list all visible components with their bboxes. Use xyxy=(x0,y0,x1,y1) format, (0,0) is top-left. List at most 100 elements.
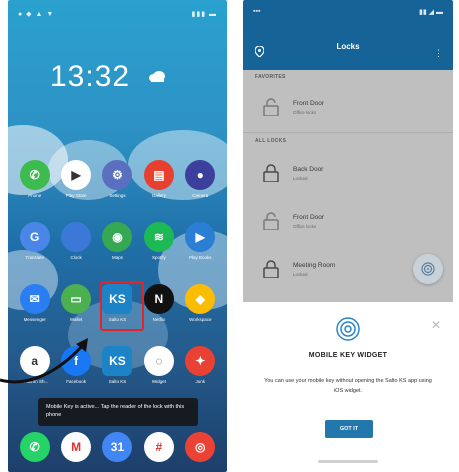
widget-icon: ◌ xyxy=(143,346,174,376)
section-favorites: FAVORITES xyxy=(255,74,286,80)
nfc-fab-button[interactable] xyxy=(413,254,443,284)
lock-row[interactable]: Front Door Office locks xyxy=(243,198,453,244)
lock-row[interactable]: Front Door Office locks xyxy=(243,84,453,130)
translate-icon: G xyxy=(19,222,50,252)
lock-name: Back Door xyxy=(293,165,324,173)
app-label: Play Books xyxy=(189,255,212,260)
app-label: Clock xyxy=(70,255,82,260)
netflix-icon: N xyxy=(143,284,174,314)
calendar-icon[interactable]: 31 xyxy=(102,432,133,462)
app-row-2: G Translate Clock ◉ Maps ≋ Spotify ▶ Play Books xyxy=(14,222,221,260)
home-indicator xyxy=(318,460,378,463)
app-camera[interactable]: ● Camera xyxy=(180,160,221,198)
fingerprint-icon xyxy=(336,317,360,341)
app-label: Salto KS xyxy=(108,317,127,322)
app-label: Camera xyxy=(192,193,209,198)
got-it-button[interactable]: GOT IT xyxy=(325,420,373,438)
phone-icon: ✆ xyxy=(19,160,50,190)
lock-name: Meeting Room xyxy=(293,261,336,269)
settings-icon: ⚙ xyxy=(102,160,133,190)
cloud-icon xyxy=(149,71,165,82)
whatsapp-icon[interactable]: ✆ xyxy=(19,432,50,462)
salto-ks-icon: KS xyxy=(102,284,133,314)
spotify-icon: ≋ xyxy=(143,222,174,252)
app-title: Locks xyxy=(336,42,360,51)
app-widget[interactable]: ◌ Widget xyxy=(138,346,179,384)
app-label: Messenger xyxy=(23,317,46,322)
app-maps[interactable]: ◉ Maps xyxy=(97,222,138,260)
salto-ks-icon: KS xyxy=(102,346,133,376)
status-time: ▪▪▪ xyxy=(253,8,261,15)
lock-row[interactable]: Back Door Locked xyxy=(243,150,453,196)
slack-icon[interactable]: # xyxy=(143,432,174,462)
android-home-screen: ● ◆ ▲ ▼ ▮▮▮ ▬ 13:32 ✆ Phone ▶ Play Store ⚙ Se… xyxy=(8,0,227,472)
status-icons-left: ● ◆ ▲ ▼ xyxy=(18,11,55,18)
app-label: Maps xyxy=(111,255,123,260)
lock-status: Office locks xyxy=(293,223,317,229)
app-phone[interactable]: ✆ Phone xyxy=(14,160,55,198)
app-bar: ▪▪▪ ▮▮ ◢ ▬ Locks ⋮ xyxy=(243,0,453,70)
mobile-key-toast: Mobile Key is active... Tap the reader o… xyxy=(38,398,198,426)
app-label: Salto KS xyxy=(108,379,127,384)
app-play-books[interactable]: ▶ Play Books xyxy=(180,222,221,260)
pointer-arrow xyxy=(0,338,88,384)
app-play-store[interactable]: ▶ Play Store xyxy=(55,160,96,198)
app-label: Play Store xyxy=(65,193,87,198)
close-icon[interactable]: ✕ xyxy=(431,318,441,332)
app-salto-ks[interactable]: KS Salto KS xyxy=(97,284,138,322)
status-icons-right: ▮▮▮ ▬ xyxy=(191,11,217,18)
section-all-locks: ALL LOCKS xyxy=(255,138,287,144)
status-bar: ● ◆ ▲ ▼ ▮▮▮ ▬ xyxy=(18,10,217,20)
wallet-icon: ▭ xyxy=(61,284,92,314)
fingerprint-icon xyxy=(421,262,435,276)
app-salto-ks[interactable]: KS Salto KS xyxy=(97,346,138,384)
more-menu-icon[interactable]: ⋮ xyxy=(434,48,443,59)
app-label: Settings xyxy=(109,193,126,198)
app-label: Widget xyxy=(151,379,166,384)
play-books-icon: ▶ xyxy=(185,222,216,252)
play-store-icon: ▶ xyxy=(61,160,92,190)
app-translate[interactable]: G Translate xyxy=(14,222,55,260)
gallery-icon: ▤ xyxy=(143,160,174,190)
app-netflix[interactable]: N Netflix xyxy=(138,284,179,322)
app-clock[interactable]: Clock xyxy=(55,222,96,260)
app-label: Junk xyxy=(195,379,206,384)
lock-status: Locked xyxy=(293,175,308,181)
app-label: Translate xyxy=(25,255,44,260)
salto-ks-app-screen: ▪▪▪ ▮▮ ◢ ▬ Locks ⋮ FAVORITES Front Door … xyxy=(243,0,453,472)
app-label: Phone xyxy=(28,193,42,198)
unlocked-padlock-icon xyxy=(263,212,279,230)
app-label: Netflix xyxy=(152,317,166,322)
app-label: Workspace xyxy=(189,317,212,322)
app-label: Wallet xyxy=(69,317,83,322)
clock-icon xyxy=(61,222,92,252)
app-pinwheel[interactable]: ✦ Junk xyxy=(180,346,221,384)
padlock-icon xyxy=(263,260,279,278)
lock-status: Locked xyxy=(293,271,308,277)
messenger-icon: ✉ xyxy=(19,284,50,314)
status-icons: ▮▮ ◢ ▬ xyxy=(419,9,443,16)
app-settings[interactable]: ⚙ Settings xyxy=(97,160,138,198)
unlocked-padlock-icon xyxy=(263,98,279,116)
app-gallery[interactable]: ▤ Gallery xyxy=(138,160,179,198)
camera-icon: ● xyxy=(185,160,216,190)
lock-name: Front Door xyxy=(293,99,325,107)
app-row-3: ✉ Messenger ▭ Wallet KS Salto KS N Netflix ◆ Work… xyxy=(14,284,221,322)
dock: ✆ M 31 # ◎ xyxy=(14,432,221,462)
gmail-icon[interactable]: M xyxy=(61,432,92,462)
app-label: Gallery xyxy=(151,193,167,198)
app-wallet[interactable]: ▭ Wallet xyxy=(55,284,96,322)
app-messenger[interactable]: ✉ Messenger xyxy=(14,284,55,322)
app-label: Spotify xyxy=(152,255,166,260)
app-row-1: ✆ Phone ▶ Play Store ⚙ Settings ▤ Gallery ● Camer… xyxy=(14,160,221,198)
app-workspace[interactable]: ◆ Workspace xyxy=(180,284,221,322)
home-clock: 13:32 xyxy=(50,60,131,93)
sheet-title: MOBILE KEY WIDGET xyxy=(308,352,388,359)
pinwheel-icon: ✦ xyxy=(185,346,216,376)
app-spotify[interactable]: ≋ Spotify xyxy=(138,222,179,260)
lock-name: Front Door xyxy=(293,213,325,221)
chrome-icon[interactable]: ◎ xyxy=(185,432,216,462)
status-bar: ▪▪▪ ▮▮ ◢ ▬ xyxy=(253,8,443,16)
widget-bottom-sheet: ✕ MOBILE KEY WIDGET You can use your mob… xyxy=(243,302,453,472)
maps-icon: ◉ xyxy=(102,222,133,252)
